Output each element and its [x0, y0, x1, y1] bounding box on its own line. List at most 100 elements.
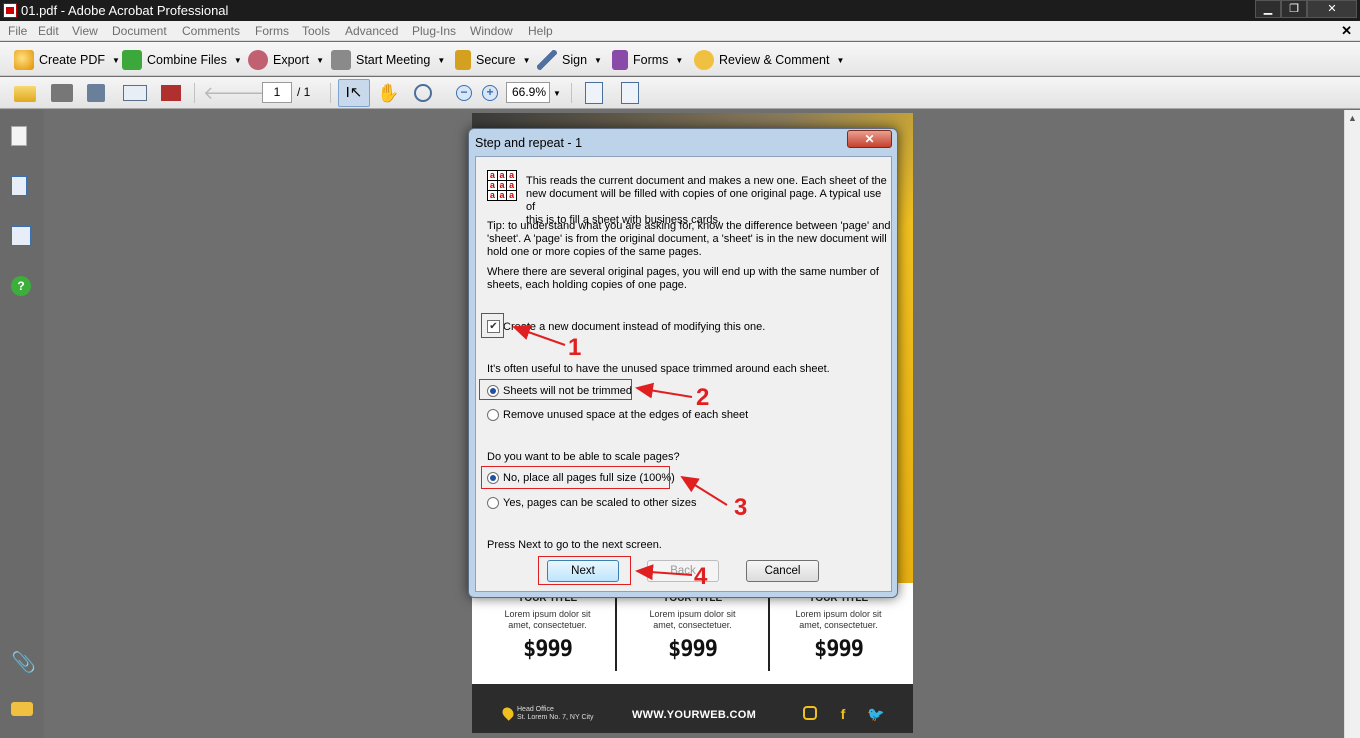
menu-document[interactable]: Document	[112, 24, 167, 38]
scroll-up-icon[interactable]: ▲	[1348, 113, 1357, 123]
price-value: $999	[668, 637, 718, 662]
instagram-icon	[803, 706, 817, 720]
close-window-button[interactable]: ✕	[1307, 0, 1357, 18]
page-number-input[interactable]: 1	[262, 82, 292, 103]
pen-icon	[537, 50, 557, 70]
facebook-icon: f	[840, 706, 846, 722]
column-divider	[615, 597, 617, 671]
vertical-scrollbar[interactable]: ▲	[1344, 110, 1360, 738]
menu-edit[interactable]: Edit	[38, 24, 59, 38]
page-footer: Head Office St. Lorem No. 7, NY City WWW.…	[472, 684, 913, 733]
forms-label: Forms	[633, 53, 669, 67]
create-pdf-icon	[14, 50, 34, 70]
dialog-title: Step and repeat - 1	[475, 136, 583, 150]
secure-label: Secure	[476, 53, 516, 67]
export-label: Export	[273, 53, 310, 67]
twitter-icon: 🐦	[867, 706, 885, 722]
zoom-tool-icon[interactable]	[414, 84, 432, 102]
cancel-button[interactable]: Cancel	[746, 560, 819, 582]
zoom-dropdown-icon[interactable]: ▼	[553, 89, 561, 98]
annotation-number-3: 3	[734, 494, 748, 521]
save-icon[interactable]	[87, 84, 105, 102]
email-icon[interactable]	[123, 85, 147, 101]
comment-bubble-icon	[694, 50, 714, 70]
dropdown-arrow-icon: ▼	[522, 55, 531, 65]
export-button[interactable]: Export ▼	[248, 48, 324, 72]
menu-window[interactable]: Window	[470, 24, 513, 38]
trim-edges-radio[interactable]	[487, 409, 499, 421]
press-next-text: Press Next to go to the next screen.	[487, 539, 662, 551]
price-description: Lorem ipsum dolor sit amet, consectetuer.	[795, 609, 882, 630]
help-icon[interactable]: ?	[11, 276, 31, 296]
menu-advanced[interactable]: Advanced	[345, 24, 398, 38]
price-column: YOUR TITLE Lorem ipsum dolor sit amet, co…	[619, 593, 766, 673]
dropdown-arrow-icon: ▼	[316, 55, 325, 65]
menu-help[interactable]: Help	[528, 24, 553, 38]
forms-button[interactable]: Forms ▼	[612, 48, 683, 72]
zoom-out-icon[interactable]: −	[456, 85, 472, 101]
combine-files-button[interactable]: Combine Files ▼	[122, 48, 242, 72]
select-tool-icon[interactable]: I↖	[338, 79, 370, 107]
back-button[interactable]: Back	[647, 560, 719, 582]
office-address: Head Office St. Lorem No. 7, NY City	[517, 706, 594, 721]
toolbar-divider	[194, 83, 195, 103]
title-bar: 01.pdf - Adobe Acrobat Professional ▁ ❐ …	[0, 0, 1360, 21]
scale-question: Do you want to be able to scale pages?	[487, 451, 680, 463]
toolbar-divider	[571, 83, 572, 103]
secure-button[interactable]: Secure ▼	[455, 48, 531, 72]
annotation-number-4: 4	[694, 563, 708, 590]
previous-page-icon[interactable]: 🡐	[203, 82, 251, 104]
fit-width-icon[interactable]	[585, 82, 603, 104]
start-meeting-label: Start Meeting	[356, 53, 431, 67]
open-folder-icon[interactable]	[14, 86, 36, 102]
highlight-box-1	[481, 313, 504, 338]
sign-label: Sign	[562, 53, 588, 67]
location-pin-icon	[500, 705, 516, 721]
combine-files-icon	[122, 50, 142, 70]
menu-comments[interactable]: Comments	[182, 24, 240, 38]
highlight-box-2	[479, 379, 632, 400]
price-description: Lorem ipsum dolor sit amet, consectetuer.	[504, 609, 591, 630]
review-comment-button[interactable]: Review & Comment ▼	[694, 48, 844, 72]
signatures-icon[interactable]	[11, 226, 31, 246]
close-document-icon[interactable]: ✕	[1341, 23, 1352, 39]
sign-button[interactable]: Sign ▼	[537, 48, 602, 72]
find-icon[interactable]	[161, 85, 181, 101]
menu-view[interactable]: View	[72, 24, 98, 38]
trim-question: It's often useful to have the unused spa…	[487, 363, 830, 375]
price-column: YOUR TITLE Lorem ipsum dolor sit amet, co…	[765, 593, 912, 673]
pdf-app-icon	[3, 3, 17, 18]
dropdown-arrow-icon: ▼	[233, 55, 242, 65]
step-and-repeat-dialog: Step and repeat - 1 ✕ aaa aaa aaa This r…	[468, 128, 898, 598]
website-text: WWW.YOURWEB.COM	[632, 709, 757, 721]
next-page-icon[interactable]: 🡒	[233, 82, 281, 104]
pages-icon[interactable]	[11, 126, 27, 146]
tip-text: Tip: to understand what you are asking f…	[487, 220, 891, 258]
menu-forms[interactable]: Forms	[255, 24, 289, 38]
bookmarks-icon[interactable]	[11, 176, 27, 196]
comments-icon[interactable]	[11, 702, 33, 716]
scaled-label: Yes, pages can be scaled to other sizes	[503, 497, 697, 509]
create-new-document-label: Create a new document instead of modifyi…	[503, 321, 766, 333]
zoom-in-icon[interactable]: +	[482, 85, 498, 101]
hand-tool-icon[interactable]: ✋	[377, 82, 399, 104]
fit-page-icon[interactable]	[621, 82, 639, 104]
dropdown-arrow-icon: ▼	[675, 55, 684, 65]
zoom-level-input[interactable]: 66.9%	[506, 82, 550, 103]
start-meeting-button[interactable]: Start Meeting ▼	[331, 48, 445, 72]
meeting-icon	[331, 50, 351, 70]
highlight-box-4	[538, 556, 631, 585]
restore-button[interactable]: ❐	[1281, 0, 1307, 18]
menu-file[interactable]: File	[8, 24, 27, 38]
menu-bar: File Edit View Document Comments Forms T…	[0, 21, 1360, 41]
trim-edges-label: Remove unused space at the edges of each…	[503, 409, 749, 421]
minimize-button[interactable]: ▁	[1255, 0, 1281, 18]
navigation-toolbar: 🡐 🡒 1 / 1 I↖ ✋ − + 66.9% ▼	[0, 77, 1360, 109]
scaled-radio[interactable]	[487, 497, 499, 509]
print-icon[interactable]	[51, 84, 73, 102]
dialog-close-button[interactable]: ✕	[847, 130, 892, 148]
menu-plugins[interactable]: Plug-Ins	[412, 24, 456, 38]
attachments-icon[interactable]: 📎	[11, 650, 36, 674]
menu-tools[interactable]: Tools	[302, 24, 330, 38]
create-pdf-button[interactable]: Create PDF ▼	[14, 48, 120, 72]
